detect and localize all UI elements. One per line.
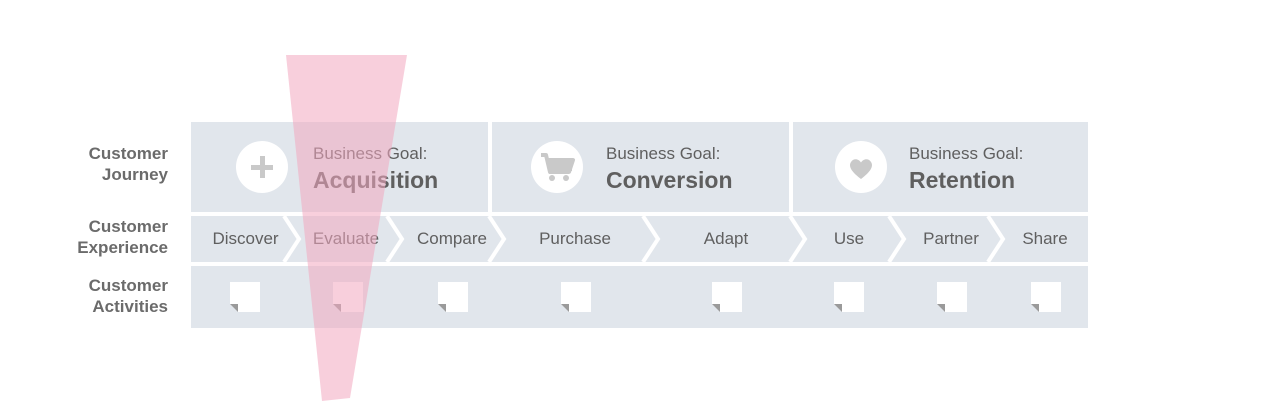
- heart-icon: [835, 141, 887, 193]
- row-label-line: Journey: [101, 165, 168, 184]
- plus-icon: [236, 141, 288, 193]
- goal-text: Business Goal: Conversion: [606, 143, 733, 195]
- row-label-line: Experience: [77, 238, 168, 257]
- note-icon: [834, 282, 864, 312]
- row-label-customer-experience: Customer Experience: [40, 216, 168, 258]
- goal-name: Conversion: [606, 167, 733, 193]
- goal-kicker: Business Goal:: [909, 144, 1024, 163]
- row-label-line: Activities: [92, 297, 168, 316]
- note-icon: [230, 282, 260, 312]
- note-icon: [561, 282, 591, 312]
- goal-kicker: Business Goal:: [313, 144, 428, 163]
- row-label-customer-journey: Customer Journey: [40, 143, 168, 185]
- row-label-line: Customer: [88, 276, 168, 295]
- row-label-line: Customer: [88, 217, 168, 236]
- goal-panel-retention: Business Goal: Retention: [793, 122, 1088, 212]
- goal-kicker: Business Goal:: [606, 144, 721, 163]
- row-label-customer-activities: Customer Activities: [40, 275, 168, 317]
- note-icon: [937, 282, 967, 312]
- goal-text: Business Goal: Retention: [909, 143, 1023, 195]
- goal-name: Retention: [909, 167, 1016, 193]
- goal-name: Acquisition: [313, 167, 439, 193]
- stage-evaluate: Evaluate: [312, 229, 380, 248]
- goal-panel-conversion: Business Goal: Conversion: [492, 122, 789, 212]
- goal-text: Business Goal: Acquisition: [313, 143, 438, 195]
- stage-discover: Discover: [212, 229, 279, 248]
- stage-use: Use: [833, 229, 865, 248]
- goal-panel-acquisition: Business Goal: Acquisition: [191, 122, 488, 212]
- stage-compare: Compare: [417, 229, 487, 248]
- stage-share: Share: [1022, 229, 1068, 248]
- note-icon: [712, 282, 742, 312]
- row-label-line: Customer: [88, 144, 168, 163]
- note-icon: [1031, 282, 1061, 312]
- stage-partner: Partner: [923, 229, 979, 248]
- stage-adapt: Adapt: [703, 229, 749, 248]
- cart-icon: [531, 141, 583, 193]
- note-icon: [333, 282, 363, 312]
- stage-purchase: Purchase: [539, 229, 611, 248]
- note-icon: [438, 282, 468, 312]
